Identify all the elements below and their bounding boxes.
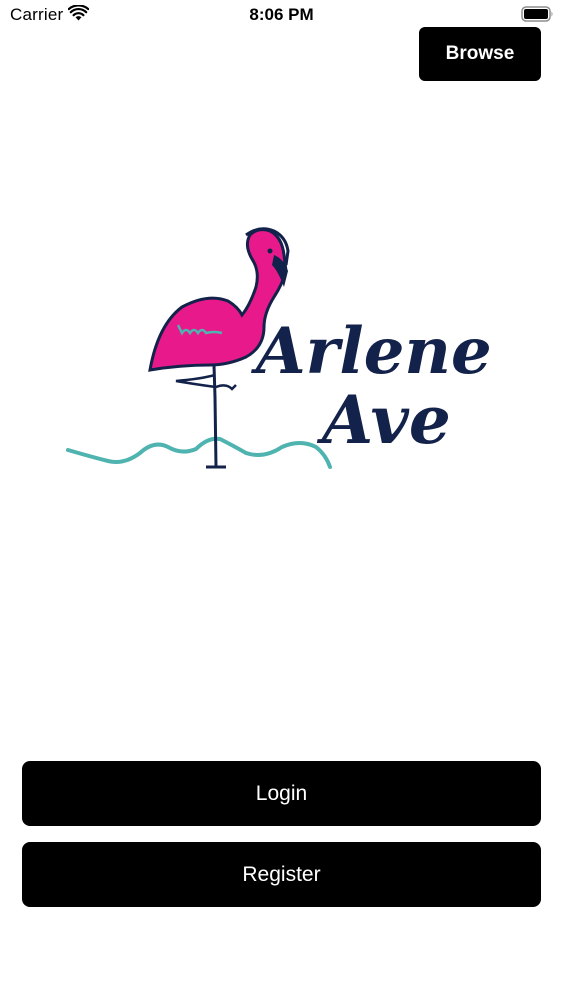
logo-text-line1: Arlene [251, 314, 492, 389]
flamingo-bent-leg [175, 373, 237, 391]
status-time: 8:06 PM [249, 5, 314, 24]
logo-text-line2: Ave [316, 381, 451, 459]
login-button[interactable]: Login [22, 761, 541, 826]
arlene-ave-logo: Arlene Ave [66, 227, 492, 469]
browse-button[interactable]: Browse [419, 27, 541, 81]
battery-icon [521, 6, 553, 22]
register-button[interactable]: Register [22, 842, 541, 907]
flamingo-eye [267, 248, 273, 254]
status-bar: Carrier 8:06 PM [0, 0, 563, 30]
water-wave [66, 436, 332, 469]
app-screen: Carrier 8:06 PM Browse Arlene Ave Login … [0, 0, 563, 1000]
flamingo-leg [212, 364, 218, 468]
